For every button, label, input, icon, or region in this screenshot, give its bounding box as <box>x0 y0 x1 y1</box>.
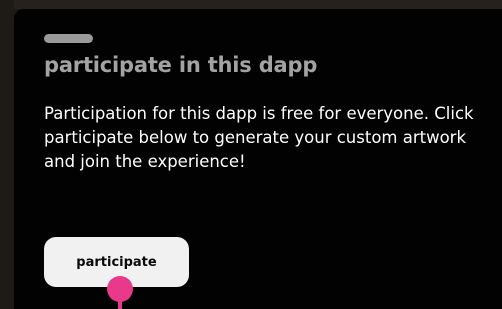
page-backdrop-top <box>0 0 502 9</box>
tour-pointer-dot <box>107 276 133 302</box>
dialog-title: participate in this dapp <box>44 53 318 77</box>
dialog-description: Participation for this dapp is free for … <box>44 104 474 171</box>
tour-pointer-stem <box>118 301 122 309</box>
page-backdrop-left <box>0 0 14 309</box>
drag-handle[interactable] <box>44 34 93 43</box>
participate-dialog: participate in this dapp Participation f… <box>14 9 502 309</box>
